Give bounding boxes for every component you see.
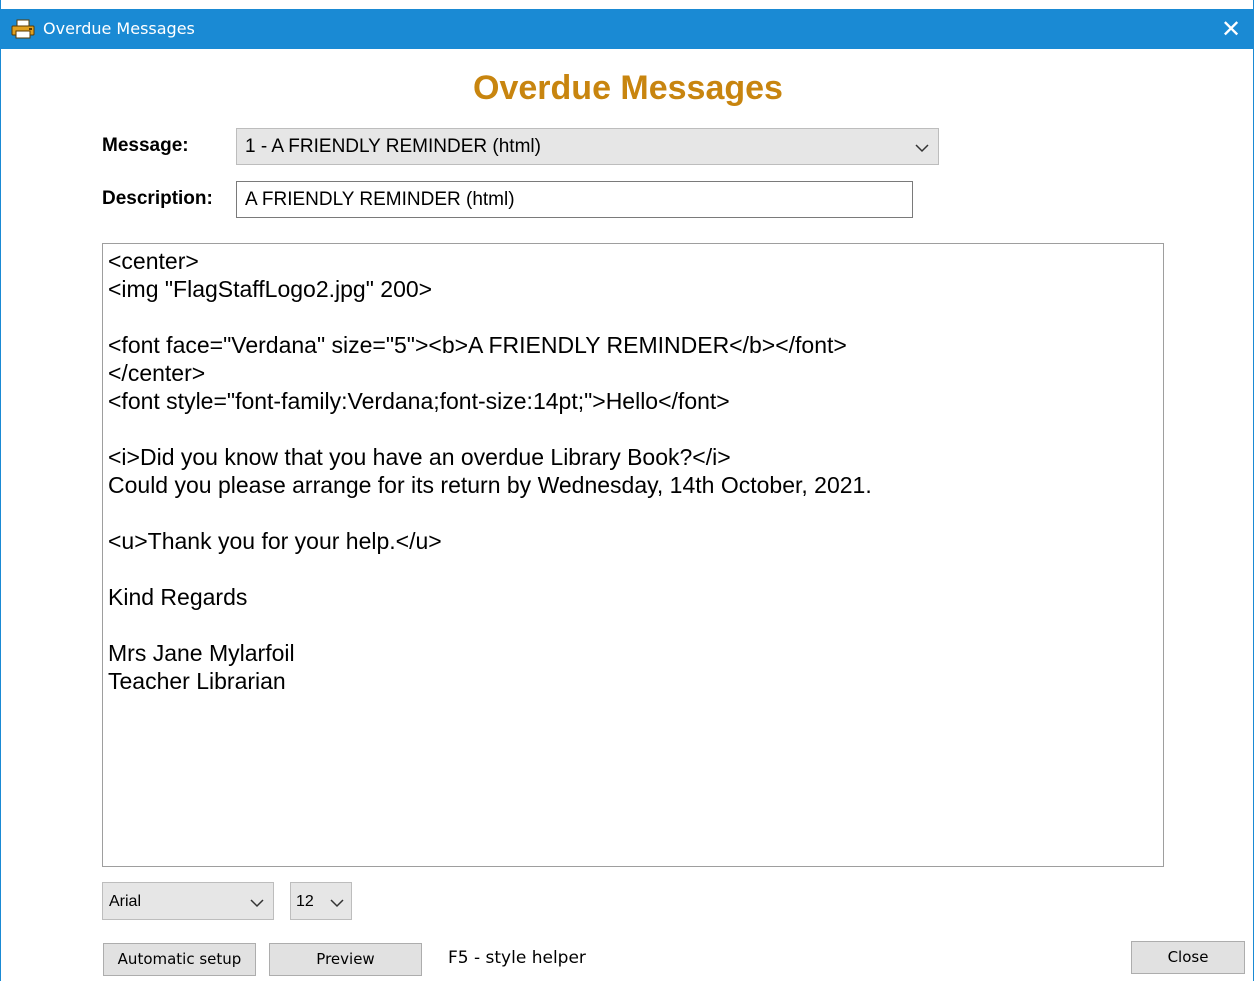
editor-line: Teacher Librarian xyxy=(108,668,286,694)
title-bar: Overdue Messages ✕ xyxy=(1,9,1254,49)
message-select[interactable]: 1 - A FRIENDLY REMINDER (html) xyxy=(236,128,939,165)
close-button[interactable]: Close xyxy=(1131,941,1245,974)
font-family-value: Arial xyxy=(109,893,142,910)
message-editor[interactable]: <center> <img "FlagStaffLogo2.jpg" 200> … xyxy=(102,243,1164,867)
window-title: Overdue Messages xyxy=(43,19,195,38)
font-size-select[interactable]: 12 xyxy=(290,882,352,920)
style-helper-hint: F5 - style helper xyxy=(448,948,586,968)
editor-line: <img "FlagStaffLogo2.jpg" 200> xyxy=(108,276,433,302)
editor-line: <font style="font-family:Verdana;font-si… xyxy=(108,388,730,414)
chevron-down-icon xyxy=(330,899,344,908)
description-input[interactable]: A FRIENDLY REMINDER (html) xyxy=(236,181,913,218)
font-size-value: 12 xyxy=(296,893,314,910)
editor-line: </center> xyxy=(108,360,206,386)
preview-button[interactable]: Preview xyxy=(269,943,422,976)
font-family-select[interactable]: Arial xyxy=(102,882,274,920)
close-icon[interactable]: ✕ xyxy=(1217,15,1245,43)
chevron-down-icon xyxy=(915,144,929,153)
description-input-value: A FRIENDLY REMINDER (html) xyxy=(245,189,515,210)
chevron-down-icon xyxy=(250,899,264,908)
editor-line: Kind Regards xyxy=(108,584,248,610)
description-label: Description: xyxy=(102,188,213,209)
editor-line: <font face="Verdana" size="5"><b>A FRIEN… xyxy=(108,332,847,358)
editor-line: Could you please arrange for its return … xyxy=(108,472,872,498)
editor-line: <u>Thank you for your help.</u> xyxy=(108,528,442,554)
editor-line: <center> xyxy=(108,248,199,274)
page-heading: Overdue Messages xyxy=(473,69,783,107)
editor-line: <i>Did you know that you have an overdue… xyxy=(108,444,731,470)
printer-icon xyxy=(11,19,35,39)
editor-line: Mrs Jane Mylarfoil xyxy=(108,640,295,666)
automatic-setup-button[interactable]: Automatic setup xyxy=(103,943,256,976)
message-select-value: 1 - A FRIENDLY REMINDER (html) xyxy=(245,136,541,157)
message-label: Message: xyxy=(102,135,189,156)
overdue-messages-window: Overdue Messages ✕ Overdue Messages Mess… xyxy=(0,0,1254,981)
